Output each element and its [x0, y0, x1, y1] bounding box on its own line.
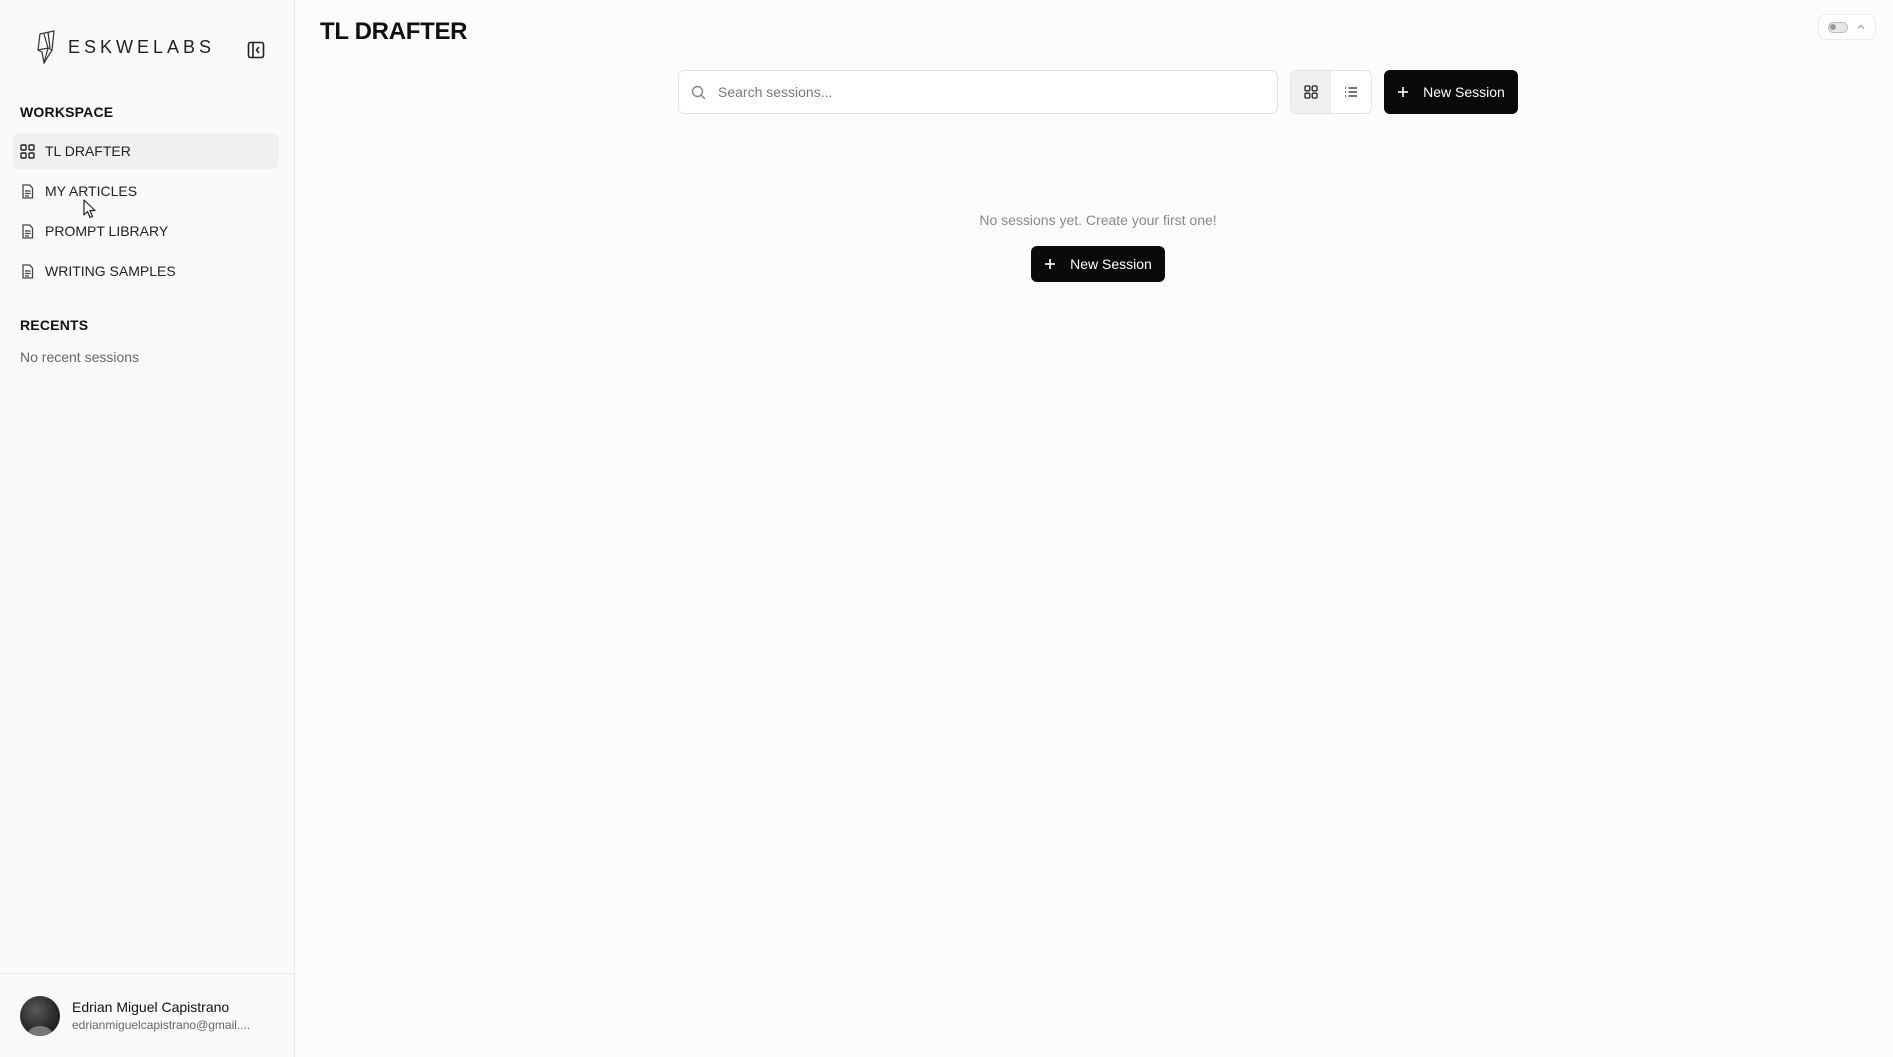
plus-icon	[1045, 259, 1056, 269]
user-info: Edrian Miguel Capistrano edrianmiguelcap…	[72, 999, 250, 1032]
sidebar: ESKWELABS WORKSPACE TL DRAFTER MY ARTICL…	[0, 0, 295, 1057]
search-input[interactable]	[718, 84, 1258, 100]
avatar	[20, 995, 60, 1036]
sidebar-item-label: WRITING SAMPLES	[45, 263, 176, 279]
sidebar-item-prompt-library[interactable]: PROMPT LIBRARY	[13, 213, 279, 249]
mouse-cursor-icon	[83, 199, 96, 219]
recents-section-title: RECENTS	[20, 317, 89, 333]
list-icon	[1345, 87, 1357, 97]
list-view-button[interactable]	[1331, 71, 1371, 113]
grid-view-button[interactable]	[1291, 71, 1331, 113]
sidebar-item-label: MY ARTICLES	[45, 183, 138, 199]
user-name: Edrian Miguel Capistrano	[72, 999, 230, 1015]
view-mode-toggle	[1290, 70, 1372, 114]
new-session-label: New Session	[1070, 256, 1152, 272]
workspace-nav: TL DRAFTER MY ARTICLES PROMPT LIBRARY WR…	[13, 133, 279, 293]
user-email: edrianmiguelcapistrano@gmail....	[72, 1018, 251, 1032]
sidebar-item-tl-drafter[interactable]: TL DRAFTER	[13, 133, 279, 169]
search-bar	[678, 70, 1278, 114]
app-root: ESKWELABS WORKSPACE TL DRAFTER MY ARTICL…	[0, 0, 1893, 1057]
recents-empty-text: No recent sessions	[20, 349, 140, 365]
toggle-switch-icon	[1828, 21, 1848, 33]
eskwelabs-logo-icon	[37, 30, 55, 64]
sidebar-item-my-articles[interactable]: MY ARTICLES	[13, 173, 279, 209]
user-profile[interactable]: Edrian Miguel Capistrano edrianmiguelcap…	[0, 973, 295, 1057]
new-session-label: New Session	[1423, 84, 1505, 100]
empty-state-message: No sessions yet. Create your first one!	[979, 212, 1217, 228]
document-icon	[22, 223, 34, 239]
theme-toggle-control[interactable]	[1818, 14, 1876, 40]
collapse-sidebar-button[interactable]	[244, 38, 268, 62]
empty-state-new-session-button[interactable]: New Session	[1031, 246, 1165, 282]
brand[interactable]: ESKWELABS	[36, 30, 215, 64]
document-icon	[22, 183, 34, 199]
plus-icon	[1398, 87, 1409, 97]
brand-name: ESKWELABS	[68, 36, 216, 57]
page-title: TL DRAFTER	[320, 18, 468, 45]
sidebar-item-label: PROMPT LIBRARY	[45, 223, 169, 239]
chevron-up-icon	[1857, 24, 1865, 29]
new-session-button[interactable]: New Session	[1384, 70, 1518, 114]
search-icon	[691, 85, 706, 99]
grid-icon	[1304, 85, 1318, 99]
document-icon	[22, 263, 34, 279]
sidebar-collapse-icon	[247, 41, 265, 59]
sidebar-item-label: TL DRAFTER	[45, 143, 131, 159]
grid-icon	[20, 143, 35, 159]
sidebar-item-writing-samples[interactable]: WRITING SAMPLES	[13, 253, 279, 289]
workspace-section-title: WORKSPACE	[20, 104, 114, 120]
